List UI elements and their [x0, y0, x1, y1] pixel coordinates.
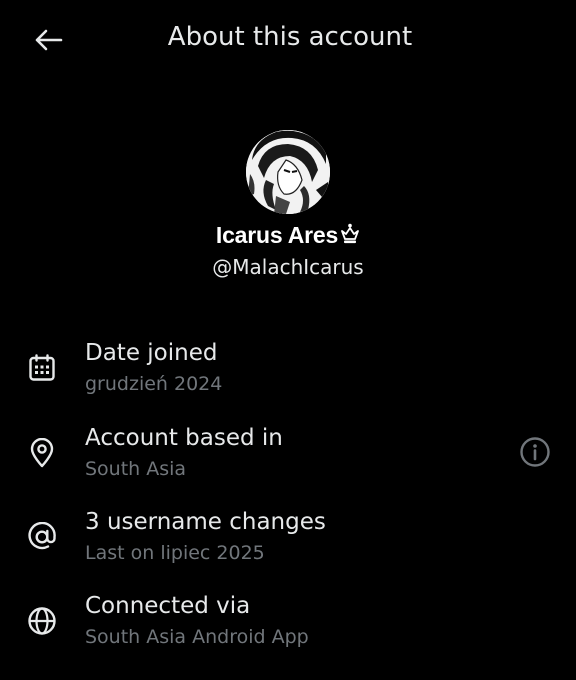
row-subtitle: South Asia — [85, 458, 187, 480]
row-title: Connected via — [85, 593, 251, 619]
crown-icon — [340, 223, 360, 251]
info-icon — [520, 437, 550, 467]
row-username-changes: 3 username changes Last on lipiec 2025 — [0, 509, 576, 573]
location-pin-icon — [26, 437, 58, 469]
display-name: Icarus Ares — [0, 222, 576, 251]
info-button[interactable] — [518, 435, 552, 469]
about-account-screen: About this account Icarus Ares @MalachIc… — [0, 0, 576, 680]
row-account-based-in: Account based in South Asia — [0, 425, 576, 489]
row-title: Date joined — [85, 340, 218, 366]
avatar-image — [246, 130, 330, 214]
profile-summary: Icarus Ares @MalachIcarus — [0, 130, 576, 279]
row-title: 3 username changes — [85, 509, 326, 535]
row-connected-via: Connected via South Asia Android App — [0, 593, 576, 657]
row-subtitle: Last on lipiec 2025 — [85, 542, 265, 564]
globe-icon — [26, 605, 58, 637]
row-subtitle: South Asia Android App — [85, 626, 309, 648]
user-handle: @MalachIcarus — [212, 255, 364, 279]
calendar-icon — [26, 352, 58, 384]
display-name-text: Icarus Ares — [215, 222, 339, 248]
row-title: Account based in — [85, 425, 283, 451]
page-title: About this account — [167, 22, 413, 52]
row-date-joined: Date joined grudzień 2024 — [0, 340, 576, 404]
row-subtitle: grudzień 2024 — [85, 373, 223, 395]
top-bar: About this account — [0, 0, 576, 80]
avatar[interactable] — [246, 130, 330, 214]
at-sign-icon — [26, 521, 58, 553]
